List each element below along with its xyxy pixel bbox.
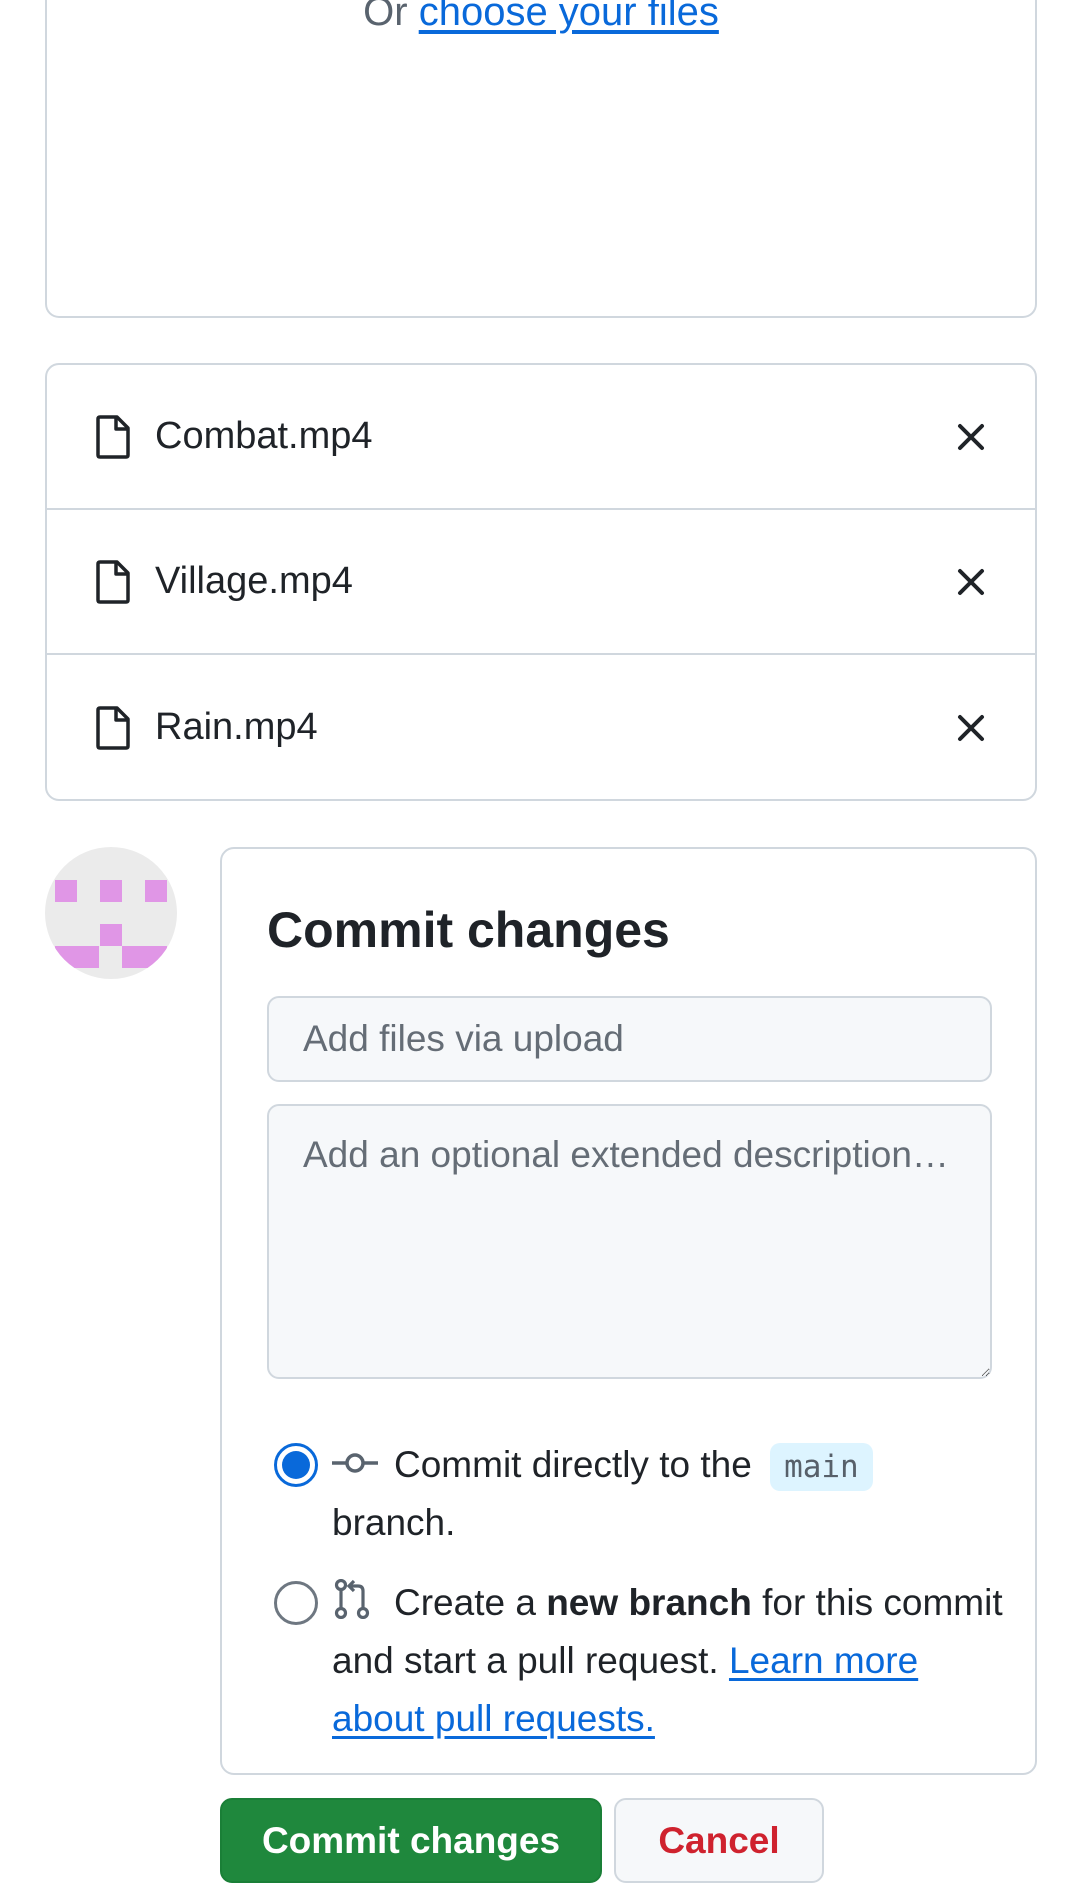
avatar[interactable] [45,847,177,979]
choose-files-line: Or choose your files [47,0,1035,35]
page: Or choose your files Combat.mp4 Village.… [0,0,1080,1900]
commit-direct-radio[interactable] [274,1443,318,1487]
file-name: Rain.mp4 [155,706,318,748]
file-row: Village.mp4 [47,510,1035,655]
file-name: Village.mp4 [155,560,353,602]
new-branch-bold: new branch [546,1582,752,1623]
choose-files-link[interactable]: choose your files [419,0,719,34]
upload-dropzone[interactable]: Or choose your files [45,0,1037,318]
commit-direct-text-after: branch. [332,1502,456,1543]
commit-changes-button[interactable]: Commit changes [220,1798,602,1883]
remove-file-close-icon[interactable] [951,562,991,602]
new-branch-label: Create a new branch for this commit and … [274,1574,1014,1748]
file-name: Combat.mp4 [155,415,373,457]
uploaded-file-list: Combat.mp4 Village.mp4 Rain.mp4 [45,363,1037,801]
branch-name-badge: main [770,1443,873,1491]
commit-title: Commit changes [267,902,670,958]
git-pull-request-icon [332,1578,378,1620]
commit-description-textarea[interactable] [267,1104,992,1379]
new-branch-option[interactable]: Create a new branch for this commit and … [274,1574,1014,1748]
file-row: Rain.mp4 [47,655,1035,799]
remove-file-close-icon[interactable] [951,417,991,457]
commit-form: Commit changes Commit directly to the ma… [220,847,1037,1775]
commit-direct-label: Commit directly to the main branch. [274,1436,1014,1552]
file-icon [95,414,135,459]
file-icon [95,705,135,750]
commit-direct-option[interactable]: Commit directly to the main branch. [274,1436,1014,1552]
file-row: Combat.mp4 [47,365,1035,510]
new-branch-text-before: Create a [394,1582,536,1623]
remove-file-close-icon[interactable] [951,708,991,748]
new-branch-radio[interactable] [274,1581,318,1625]
commit-summary-input[interactable] [267,996,992,1082]
commit-direct-text: Commit directly to the [394,1444,752,1485]
cancel-button[interactable]: Cancel [614,1798,824,1883]
git-commit-icon [332,1440,378,1476]
choose-prefix: Or [363,0,408,34]
file-icon [95,559,135,604]
